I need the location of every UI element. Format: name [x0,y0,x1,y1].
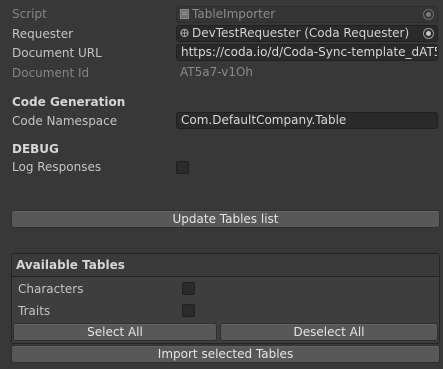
select-all-button[interactable]: Select All [13,323,217,341]
document-id-label: Document Id [12,66,90,80]
code-namespace-label: Code Namespace [12,114,118,128]
code-generation-header: Code Generation [12,95,126,109]
scriptable-object-icon [180,28,189,37]
inspector-panel: Script TableImporter Requester DevTestRe… [0,0,443,369]
requester-value: DevTestRequester (Coda Requester) [192,26,410,40]
document-url-label: Document URL [12,46,102,60]
requester-label: Requester [12,27,74,41]
document-url-input[interactable]: https://coda.io/d/Coda-Sync-template_dAT… [176,44,438,61]
script-value: TableImporter [192,7,276,21]
available-tables-box: Available Tables Characters Traits Selec… [11,253,440,344]
import-selected-tables-button[interactable]: Import selected Tables [11,345,440,363]
table-label-characters: Characters [18,282,84,296]
log-responses-checkbox[interactable] [176,161,189,174]
table-checkbox-traits[interactable] [182,304,195,317]
code-namespace-input[interactable]: Com.DefaultCompany.Table [176,112,438,129]
table-checkbox-characters[interactable] [182,282,195,295]
script-field: TableImporter [176,6,438,23]
debug-header: DEBUG [12,142,59,156]
object-picker-icon[interactable] [423,28,434,39]
deselect-all-button[interactable]: Deselect All [220,323,438,341]
available-tables-title: Available Tables [12,254,439,277]
object-picker-icon [423,9,434,20]
log-responses-label: Log Responses [12,160,102,174]
script-file-icon [180,8,189,19]
requester-field[interactable]: DevTestRequester (Coda Requester) [176,25,438,42]
script-label: Script [12,7,47,21]
table-label-traits: Traits [18,304,51,318]
document-id-field: AT5a7-v1Oh [176,64,438,81]
update-tables-button[interactable]: Update Tables list [11,210,440,228]
